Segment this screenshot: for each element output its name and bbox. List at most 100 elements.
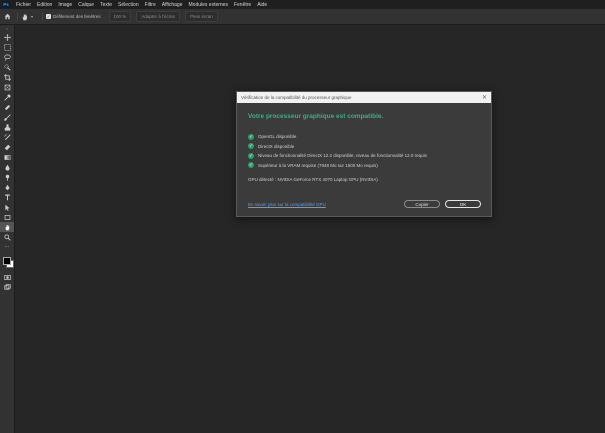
eraser-icon	[4, 144, 10, 150]
menu-fichier[interactable]: Fichier	[13, 2, 34, 8]
menu-image[interactable]: Image	[55, 2, 75, 8]
tool-rectangle[interactable]	[0, 212, 14, 222]
compatibility-checks: ✓ OpenGL disponible ✓ DirectX disponible…	[248, 132, 491, 170]
eyedropper-icon	[3, 93, 11, 101]
dialog-titlebar: Vérification de la compatibilité du proc…	[237, 92, 491, 103]
ok-button[interactable]: OK	[445, 200, 481, 208]
scroll-all-windows-checkbox[interactable]: ✓ Défilement des fenêtres	[46, 14, 101, 19]
tool-brush[interactable]	[0, 112, 14, 122]
menu-selection[interactable]: Sélection	[115, 2, 142, 8]
photoshop-logo: Ps	[2, 1, 10, 8]
tools-panel: » ···	[0, 25, 15, 433]
brush-icon	[3, 113, 11, 121]
tool-gradient[interactable]	[0, 152, 14, 162]
quick-mask-icon	[3, 274, 11, 280]
fit-screen-button[interactable]: Adapter à l'écran	[136, 11, 181, 22]
divider	[42, 12, 44, 21]
copy-button[interactable]: Copier	[404, 200, 440, 208]
lasso-icon	[3, 53, 11, 61]
tool-crop[interactable]	[0, 72, 14, 82]
check-item: ✓ Niveau de fonctionnalité DirectX 12.2 …	[248, 151, 491, 161]
tool-stamp[interactable]	[0, 122, 14, 132]
home-button[interactable]	[0, 9, 14, 24]
tool-move[interactable]	[0, 32, 14, 42]
tool-marquee[interactable]	[0, 42, 14, 52]
dialog-buttons: Copier OK	[404, 200, 481, 208]
path-selection-icon	[4, 204, 10, 211]
menu-edition[interactable]: Edition	[34, 2, 55, 8]
tool-pen[interactable]	[0, 182, 14, 192]
panel-grip[interactable]: »	[0, 25, 14, 32]
healing-brush-icon	[4, 104, 10, 110]
options-bar: ▾ ✓ Défilement des fenêtres 100 % Adapte…	[0, 9, 605, 25]
dialog-footer: En savoir plus sur la compatibilité GPU …	[248, 199, 481, 209]
blur-icon	[4, 164, 10, 171]
check-item: ✓ Supérieur à la VRAM requise (7948 Mo s…	[248, 161, 491, 171]
menu-fenetre[interactable]: Fenêtre	[231, 2, 254, 8]
check-circle-icon: ✓	[248, 143, 254, 150]
chevron-down-icon: ▾	[31, 14, 34, 19]
menu-texte[interactable]: Texte	[97, 2, 115, 8]
check-label: OpenGL disponible	[258, 134, 297, 140]
gpu-compatibility-dialog: Vérification de la compatibilité du proc…	[236, 91, 492, 217]
tool-eyedropper[interactable]	[0, 92, 14, 102]
tool-frame[interactable]	[0, 82, 14, 92]
tool-quick-selection[interactable]	[0, 62, 14, 72]
menu-calque[interactable]: Calque	[75, 2, 97, 8]
hand-icon	[22, 13, 27, 20]
stamp-icon	[4, 123, 10, 131]
canvas-workspace[interactable]	[15, 25, 605, 433]
tool-lasso[interactable]	[0, 52, 14, 62]
gradient-icon	[3, 154, 11, 160]
gpu-compatibility-link[interactable]: En savoir plus sur la compatibilité GPU	[248, 202, 326, 207]
menu-affichage[interactable]: Affichage	[159, 2, 186, 8]
rectangle-icon	[4, 214, 10, 220]
tool-screen-mode[interactable]	[0, 282, 14, 292]
tool-dodge[interactable]	[0, 172, 14, 182]
foreground-color-swatch[interactable]	[3, 257, 11, 265]
marquee-icon	[3, 43, 11, 51]
checkbox-label: Défilement des fenêtres	[53, 14, 101, 19]
hand-icon	[4, 224, 9, 230]
check-item: ✓ OpenGL disponible	[248, 132, 491, 142]
screen-mode-icon	[3, 283, 11, 290]
gpu-detected-text: GPU détecté : NVIDIA GeForce RTX 4070 La…	[248, 177, 378, 182]
tool-hand[interactable]	[0, 222, 14, 232]
menu-modules-externes[interactable]: Modules externes	[186, 2, 231, 8]
tool-path-selection[interactable]	[0, 202, 14, 212]
tool-blur[interactable]	[0, 162, 14, 172]
divider	[17, 12, 18, 21]
check-label: Supérieur à la VRAM requise (7948 Mo sur…	[258, 162, 378, 168]
check-circle-icon: ✓	[248, 133, 254, 140]
color-swatches[interactable]	[0, 254, 14, 272]
dialog-heading: Votre processeur graphique est compatibl…	[248, 113, 384, 120]
tool-quick-mask[interactable]	[0, 272, 14, 282]
menu-filtre[interactable]: Filtre	[142, 2, 159, 8]
close-icon[interactable]: ✕	[482, 95, 487, 101]
move-icon	[3, 33, 11, 41]
checkmark-icon: ✓	[46, 14, 52, 19]
fill-screen-button[interactable]: Plein écran	[185, 11, 218, 22]
quick-selection-icon	[3, 63, 11, 71]
check-label: DirectX disponible	[258, 143, 295, 149]
dialog-title: Vérification de la compatibilité du proc…	[241, 95, 352, 100]
dodge-icon	[5, 174, 9, 181]
tool-healing-brush[interactable]	[0, 102, 14, 112]
menu-aide[interactable]: Aide	[254, 2, 270, 8]
tool-type[interactable]	[0, 192, 14, 202]
pen-icon	[4, 184, 10, 190]
zoom-100-button[interactable]: 100 %	[108, 11, 132, 22]
tool-more[interactable]: ···	[0, 242, 14, 252]
home-icon	[4, 13, 10, 20]
type-icon	[4, 194, 10, 200]
check-circle-icon: ✓	[248, 162, 254, 169]
zoom-icon	[3, 233, 11, 241]
check-item: ✓ DirectX disponible	[248, 142, 491, 152]
frame-icon	[4, 84, 10, 90]
ellipsis-icon: ···	[4, 244, 10, 250]
tool-eraser[interactable]	[0, 142, 14, 152]
tool-preset-picker[interactable]: ▾	[21, 13, 33, 21]
tool-zoom[interactable]	[0, 232, 14, 242]
check-circle-icon: ✓	[248, 152, 254, 159]
tool-history-brush[interactable]	[0, 132, 14, 142]
